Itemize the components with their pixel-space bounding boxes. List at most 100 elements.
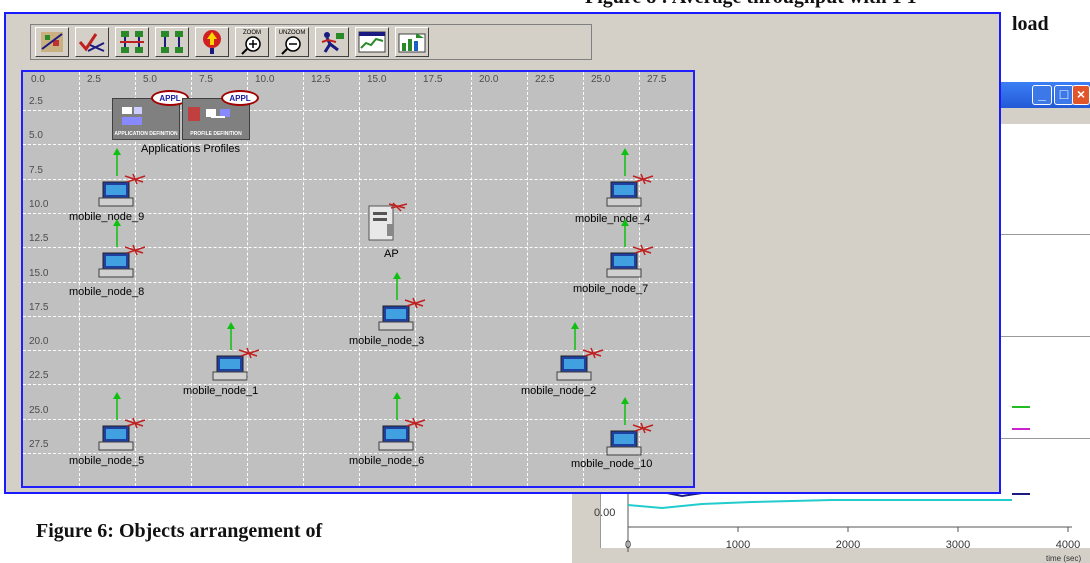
canvas-x-tick: 17.5 — [423, 74, 443, 85]
graph-x-tick-label: 4000 — [1056, 539, 1080, 551]
canvas-grid-vline — [359, 72, 360, 486]
zoom-icon: ZOOM — [241, 30, 261, 55]
canvas-y-tick: 5.0 — [29, 130, 43, 142]
mobile-node-label: mobile_node_1 — [183, 385, 259, 397]
canvas-grid-vline — [527, 72, 528, 486]
mobile-node-label: mobile_node_2 — [521, 385, 597, 397]
zoom-button[interactable]: ZOOM — [235, 27, 269, 57]
laptop-icon — [606, 148, 654, 207]
laptop-icon — [212, 322, 260, 381]
mobile-node-1[interactable] — [205, 322, 265, 381]
canvas-y-tick: 15.0 — [29, 267, 49, 279]
mobile-node-9[interactable] — [91, 148, 151, 207]
view-results-button[interactable] — [355, 27, 389, 57]
unzoom-button[interactable]: UNZOOM — [275, 27, 309, 57]
verify-links-button[interactable] — [75, 27, 109, 57]
canvas-x-tick: 5.0 — [143, 74, 157, 85]
mobile-node-label: mobile_node_8 — [69, 286, 145, 298]
laptop-icon — [378, 392, 426, 451]
canvas-grid-vline — [303, 72, 304, 486]
mobile-node-8[interactable] — [91, 219, 151, 278]
canvas-y-tick: 2.5 — [29, 96, 43, 107]
canvas-x-tick: 12.5 — [311, 74, 331, 85]
canvas-x-tick: 10.0 — [255, 74, 275, 85]
access-point-icon[interactable] — [361, 202, 411, 244]
canvas-x-tick: 27.5 — [647, 74, 667, 85]
graph-y-tick: 0.00 — [594, 507, 615, 519]
graph-x-tick-label: 3000 — [946, 539, 970, 551]
svg-text:UNZOOM: UNZOOM — [279, 30, 306, 36]
run-simulation-icon — [321, 32, 344, 53]
view-results-icon — [358, 31, 386, 53]
figure-8-title: Figure 8 : Average throughput with 1 1 — [585, 0, 917, 9]
profile-definition-caption: PROFILE DEFINITION — [190, 131, 242, 137]
canvas-y-tick: 27.5 — [29, 439, 49, 450]
unzoom-icon: UNZOOM — [279, 30, 306, 55]
canvas-y-tick: 20.0 — [29, 336, 49, 348]
graph-x-tick-label: 2000 — [836, 539, 860, 551]
canvas-x-tick: 0.0 — [31, 74, 45, 85]
laptop-icon — [378, 272, 426, 331]
svg-text:ZOOM: ZOOM — [243, 30, 261, 36]
view-all-icon — [41, 32, 63, 52]
mobile-node-6[interactable] — [371, 392, 431, 451]
laptop-icon — [606, 219, 654, 278]
verify-links-icon — [78, 33, 105, 52]
mobile-node-label: mobile_node_5 — [69, 455, 145, 467]
canvas-y-tick: 10.0 — [29, 198, 49, 210]
canvas-y-tick: 17.5 — [29, 301, 49, 313]
mobile-node-label: mobile_node_7 — [573, 283, 649, 295]
canvas-x-tick: 22.5 — [535, 74, 555, 85]
opnet-project-window: ZOOM UNZOOM 0.0 2.5 5.0 7.5 10.0 12.5 15.0 17.5… — [4, 12, 1001, 494]
view-all-button[interactable] — [35, 27, 69, 57]
application-definition-caption: APPLICATION DEFINITION — [114, 131, 178, 137]
canvas-y-tick: 7.5 — [29, 164, 43, 176]
canvas-y-tick: 25.0 — [29, 404, 49, 416]
series-line-cyan — [627, 499, 1012, 510]
mobile-node-label: mobile_node_6 — [349, 455, 425, 467]
applications-profiles-label: Applications Profiles — [141, 143, 241, 155]
web-report-icon — [398, 33, 426, 53]
graph-x-unit: time (sec) — [1046, 554, 1081, 563]
profile-icon — [188, 107, 230, 121]
graph-x-tick-label: 1000 — [726, 539, 750, 551]
canvas-x-tick: 7.5 — [199, 74, 213, 85]
canvas-grid-hline — [23, 144, 693, 146]
run-simulation-button[interactable] — [315, 27, 349, 57]
canvas-grid-hline — [23, 315, 693, 317]
network-canvas[interactable]: 0.0 2.5 5.0 7.5 10.0 12.5 15.0 17.5 20.0 22.5 25.0… — [21, 70, 695, 488]
mobile-node-7[interactable] — [599, 219, 659, 278]
web-report-button[interactable] — [395, 27, 429, 57]
appl-badge: APPL — [221, 90, 259, 106]
escalate-button[interactable] — [195, 27, 229, 57]
mobile-node-label: mobile_node_10 — [571, 458, 653, 470]
laptop-icon — [606, 397, 654, 456]
laptop-icon — [98, 148, 146, 207]
mobile-node-5[interactable] — [91, 392, 151, 451]
figure-6-caption: Figure 6: Objects arrangement of — [36, 520, 323, 542]
mobile-node-2[interactable] — [549, 322, 609, 381]
laptop-icon — [98, 392, 146, 451]
mobile-node-3[interactable] — [371, 272, 431, 331]
recover-selected-button[interactable] — [155, 27, 189, 57]
canvas-y-tick: 12.5 — [29, 233, 49, 245]
figure-8-title-continued: load — [1012, 13, 1049, 35]
fail-selected-icon — [120, 31, 144, 53]
mobile-node-label: mobile_node_3 — [349, 335, 425, 347]
canvas-x-tick: 2.5 — [87, 74, 101, 85]
escalate-icon — [203, 30, 221, 54]
recover-selected-icon — [161, 31, 183, 53]
canvas-x-tick: 25.0 — [591, 74, 611, 85]
canvas-grid-vline — [471, 72, 472, 486]
canvas-grid-vline — [79, 72, 80, 486]
mobile-node-10[interactable] — [599, 397, 659, 456]
laptop-icon — [556, 322, 604, 381]
laptop-icon — [98, 219, 146, 278]
mobile-node-4[interactable] — [599, 148, 659, 207]
ap-label: AP — [384, 248, 399, 260]
canvas-x-tick: 20.0 — [479, 74, 499, 85]
canvas-x-tick: 15.0 — [367, 74, 387, 85]
fail-selected-button[interactable] — [115, 27, 149, 57]
graph-x-tick-label: 0 — [625, 539, 631, 551]
application-icon — [122, 107, 142, 125]
